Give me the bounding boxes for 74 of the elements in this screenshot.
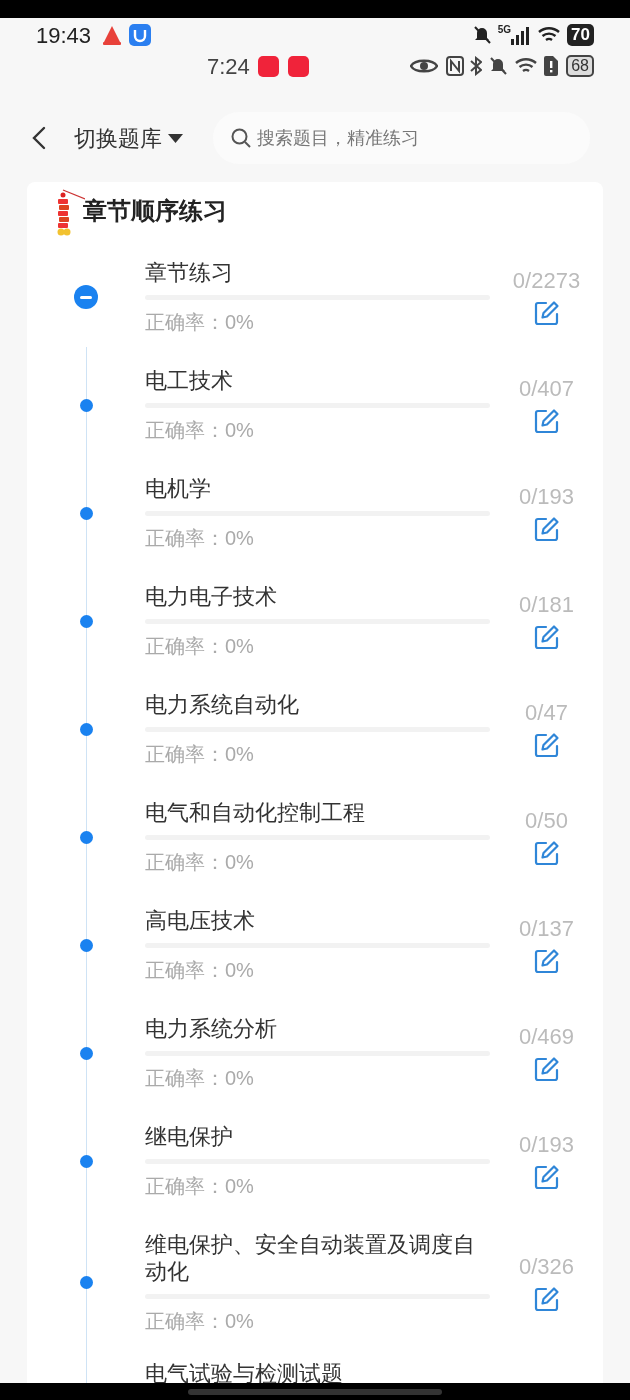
chapter-row[interactable]: 继电保护 正确率：0% 0/193 bbox=[27, 1123, 603, 1231]
book-app-icon bbox=[257, 55, 279, 77]
question-count: 0/2273 bbox=[512, 268, 581, 294]
edit-icon[interactable] bbox=[533, 1056, 560, 1082]
accuracy-text: 正确率：0% bbox=[145, 1174, 255, 1199]
signal-icon bbox=[511, 25, 530, 45]
accuracy-text: 正确率：0% bbox=[145, 310, 255, 335]
battery-indicator: 68 bbox=[566, 55, 594, 77]
chapter-title[interactable]: 电力电子技术 bbox=[145, 583, 490, 610]
caret-icon bbox=[168, 133, 183, 143]
accuracy-text: 正确率：0% bbox=[145, 850, 255, 875]
sim-alert-icon bbox=[544, 56, 559, 76]
status-time: 19:43 bbox=[36, 21, 92, 50]
search-input[interactable]: 搜索题目，精准练习 bbox=[257, 124, 572, 152]
question-count: 0/193 bbox=[518, 484, 575, 510]
accuracy-text: 正确率：0% bbox=[145, 1309, 255, 1334]
edit-icon[interactable] bbox=[533, 948, 560, 974]
accuracy-text: 正确率：0% bbox=[145, 1066, 255, 1091]
back-icon[interactable] bbox=[32, 126, 46, 150]
section-title: 章节顺序练习 bbox=[83, 196, 227, 226]
chapter-title[interactable]: 电力系统分析 bbox=[145, 1015, 490, 1042]
chapter-row[interactable]: 高电压技术 正确率：0% 0/137 bbox=[27, 907, 603, 1015]
chapter-row[interactable]: 电力系统自动化 正确率：0% 0/47 bbox=[27, 691, 603, 799]
network-type: 5G bbox=[497, 23, 512, 37]
accuracy-text: 正确率：0% bbox=[145, 526, 255, 551]
battery-indicator: 70 bbox=[567, 24, 594, 46]
chapter-row[interactable]: 电机学 正确率：0% 0/193 bbox=[27, 475, 603, 583]
chapter-title[interactable]: 高电压技术 bbox=[145, 907, 490, 934]
bell-off-icon bbox=[471, 25, 492, 45]
chapter-row[interactable]: 章节练习 正确率：0% 0/2273 bbox=[27, 259, 603, 367]
question-count: 0/47 bbox=[525, 700, 568, 726]
question-count: 0/407 bbox=[518, 376, 575, 402]
bank-switch-button[interactable]: 切换题库 bbox=[74, 121, 183, 155]
chapter-row[interactable]: 电工技术 正确率：0% 0/407 bbox=[27, 367, 603, 475]
question-count: 0/326 bbox=[518, 1253, 575, 1280]
edit-icon[interactable] bbox=[533, 732, 560, 758]
accuracy-text: 正确率：0% bbox=[145, 634, 255, 659]
question-count: 0/137 bbox=[518, 916, 575, 942]
collapse-icon[interactable] bbox=[74, 285, 98, 309]
chapter-row[interactable]: 电力电子技术 正确率：0% 0/181 bbox=[27, 583, 603, 691]
question-count: 0/181 bbox=[518, 592, 575, 618]
bluetooth-icon bbox=[470, 56, 483, 76]
edit-icon[interactable] bbox=[533, 840, 560, 866]
edit-icon[interactable] bbox=[533, 516, 560, 542]
chapter-title[interactable]: 章节练习 bbox=[145, 259, 490, 286]
sail-app-icon bbox=[101, 24, 124, 46]
search-icon bbox=[231, 128, 251, 148]
edit-icon[interactable] bbox=[533, 1164, 560, 1190]
book-app-icon bbox=[287, 55, 309, 77]
question-count: 0/469 bbox=[518, 1024, 575, 1050]
chapter-title[interactable]: 维电保护、安全自动装置及调度自动化 bbox=[145, 1231, 490, 1285]
chapter-title[interactable]: 电机学 bbox=[145, 475, 490, 502]
nfc-icon bbox=[446, 56, 465, 76]
question-count: 0/50 bbox=[525, 808, 568, 834]
edit-icon[interactable] bbox=[533, 408, 560, 434]
chapter-title[interactable]: 电工技术 bbox=[145, 367, 490, 394]
question-count: 0/193 bbox=[518, 1132, 575, 1158]
edit-icon[interactable] bbox=[533, 1285, 560, 1312]
chapter-row[interactable]: 电力系统分析 正确率：0% 0/469 bbox=[27, 1015, 603, 1123]
search-field[interactable]: 搜索题目，精准练习 bbox=[213, 112, 590, 164]
chapter-title[interactable]: 继电保护 bbox=[145, 1123, 490, 1150]
accuracy-text: 正确率：0% bbox=[145, 742, 255, 767]
accuracy-text: 正确率：0% bbox=[145, 418, 255, 443]
chapter-row[interactable]: 电气和自动化控制工程 正确率：0% 0/50 bbox=[27, 799, 603, 907]
eye-icon bbox=[410, 57, 439, 75]
status-time: 7:24 bbox=[207, 52, 250, 81]
chapter-title[interactable]: 电气和自动化控制工程 bbox=[145, 799, 490, 826]
firecracker-icon bbox=[55, 187, 85, 237]
edit-icon[interactable] bbox=[533, 300, 560, 326]
edit-icon[interactable] bbox=[533, 624, 560, 650]
chapter-title[interactable]: 电力系统自动化 bbox=[145, 691, 490, 718]
accuracy-text: 正确率：0% bbox=[145, 958, 255, 983]
bell-off-icon bbox=[488, 56, 509, 76]
shield-app-icon bbox=[129, 24, 152, 46]
